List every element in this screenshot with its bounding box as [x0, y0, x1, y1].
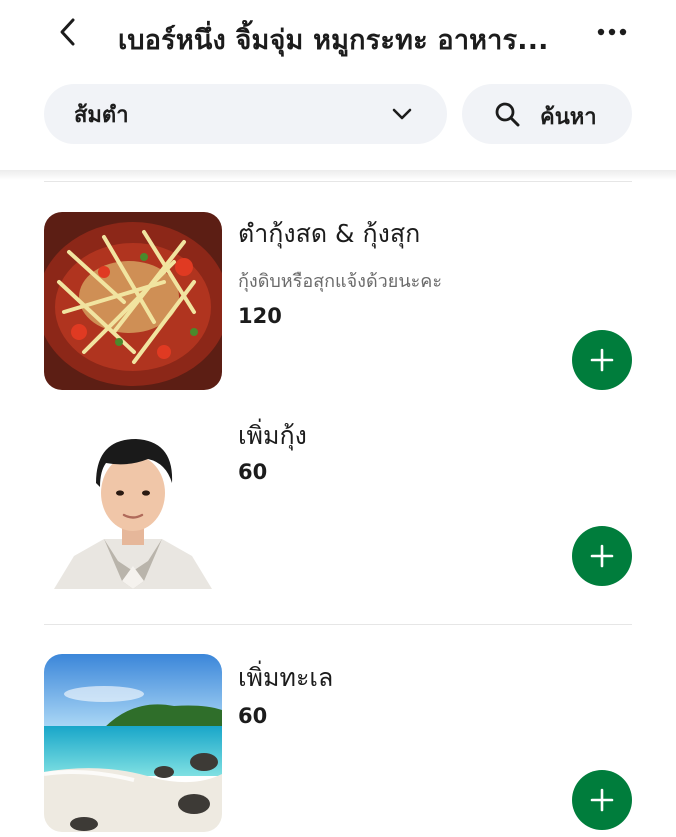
add-button[interactable] [572, 330, 632, 390]
category-selected-value: ส้มตำ [74, 102, 129, 128]
menu-controls: ส้มตำ ค้นหา [0, 84, 676, 146]
search-icon [495, 102, 520, 127]
back-button[interactable] [52, 16, 84, 48]
item-photo-beach [44, 654, 222, 832]
divider [44, 181, 632, 182]
item-photo-papaya-salad [44, 212, 222, 390]
chevron-down-icon [392, 108, 412, 120]
restaurant-title: เบอร์หนึ่ง จิ้มจุ่ม หมูกระทะ อาหาร... [118, 25, 549, 56]
category-dropdown[interactable]: ส้มตำ [44, 84, 447, 144]
header-shadow [0, 170, 676, 180]
plus-icon [590, 788, 614, 812]
item-photo-person [44, 411, 222, 589]
item-name: เพิ่มกุ้ง [238, 421, 307, 450]
item-price: 60 [238, 460, 268, 484]
more-horizontal-icon [597, 28, 627, 36]
more-button[interactable] [594, 20, 630, 44]
item-price: 120 [238, 304, 282, 328]
divider [44, 624, 632, 625]
chevron-left-icon [60, 18, 75, 46]
item-description: กุ้งดิบหรือสุกแจ้งด้วยนะคะ [238, 271, 442, 292]
plus-icon [590, 544, 614, 568]
add-button[interactable] [572, 526, 632, 586]
item-price: 60 [238, 704, 268, 728]
plus-icon [590, 348, 614, 372]
add-button[interactable] [572, 770, 632, 830]
item-name: เพิ่มทะเล [238, 663, 334, 692]
app-header: เบอร์หนึ่ง จิ้มจุ่ม หมูกระทะ อาหาร... [0, 0, 676, 70]
item-name: ตำกุ้งสด & กุ้งสุก [238, 219, 421, 248]
search-label: ค้นหา [540, 105, 597, 130]
search-button[interactable]: ค้นหา [462, 84, 632, 144]
